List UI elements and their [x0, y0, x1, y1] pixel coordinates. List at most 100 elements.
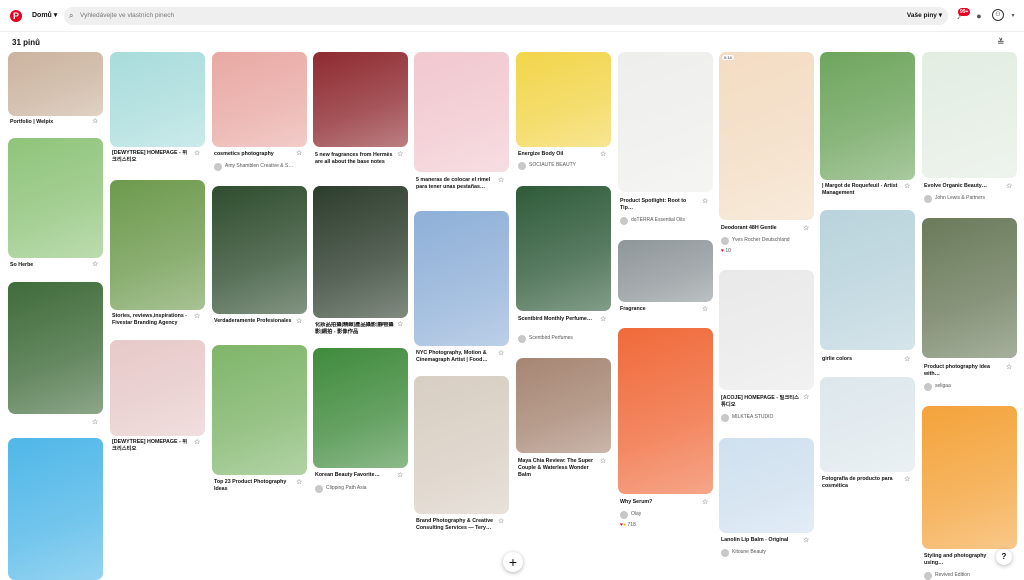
settings-icon[interactable]: ≚ [997, 37, 1005, 48]
pin-image[interactable] [414, 211, 509, 346]
star-icon[interactable]: ☆ [904, 182, 910, 190]
pin-source[interactable]: doTERRA Essential Oils [620, 217, 685, 225]
pin-image[interactable] [516, 52, 611, 147]
pin-source[interactable]: Yves Rocher Deutschland [721, 237, 790, 245]
star-icon[interactable]: ☆ [296, 478, 302, 486]
star-icon[interactable]: ☆ [803, 536, 809, 544]
pin-image[interactable] [313, 348, 408, 468]
avatar[interactable]: ⚇ [992, 9, 1004, 21]
star-icon[interactable]: ☆ [600, 150, 606, 158]
pin-image[interactable] [618, 240, 713, 302]
filter-dropdown[interactable]: Vaše piny ▾ [907, 7, 942, 25]
pin-image[interactable] [922, 52, 1017, 178]
pin-source[interactable]: SOCIAUTE BEAUTY [518, 162, 576, 170]
star-icon[interactable]: ☆ [498, 176, 504, 184]
star-icon[interactable]: ☆ [397, 471, 403, 479]
star-icon[interactable]: ☆ [194, 438, 200, 446]
pin-image[interactable] [110, 52, 205, 147]
star-icon[interactable]: ☆ [296, 149, 302, 157]
pin-image[interactable] [8, 138, 103, 258]
top-bar: P Domů ▾ ⌕ Vyhledávejte ve vlastních pin… [0, 0, 1024, 32]
pin-title: Maya Chia Review: The Super Couple & Wat… [518, 458, 594, 478]
star-icon[interactable]: ☆ [194, 149, 200, 157]
star-icon[interactable]: ☆ [803, 224, 809, 232]
search-icon: ⌕ [69, 11, 74, 20]
star-icon[interactable]: ☆ [194, 312, 200, 320]
add-pin-button[interactable]: + [503, 552, 523, 572]
pin-image[interactable] [8, 438, 103, 580]
pin-image[interactable] [212, 345, 307, 475]
pin-image[interactable]: 0:14 [719, 52, 814, 220]
messages-icon[interactable]: ● [974, 11, 984, 21]
reactions: ♥ 10 [721, 248, 731, 254]
pin-title: Fragrance [620, 306, 646, 312]
pin-title: cosmetics photography [214, 151, 274, 157]
pin-image[interactable] [719, 270, 814, 390]
help-button[interactable]: ? [996, 549, 1012, 565]
pin-image[interactable] [618, 328, 713, 494]
heart-icon: ♥ [721, 248, 724, 254]
notification-badge: 99+ [958, 8, 971, 16]
pin-source[interactable]: seligaa [924, 383, 951, 391]
pin-image[interactable] [414, 52, 509, 172]
pin-title: Stories, reviews,inspirations - Fivestar… [112, 313, 188, 326]
pin-image[interactable] [516, 186, 611, 311]
pin-title: Top 23 Product Photography Ideas [214, 479, 287, 492]
pin-image[interactable] [922, 218, 1017, 358]
reaction-count: 10 [725, 248, 731, 254]
pin-source[interactable]: Clipping Path Asia [315, 485, 367, 493]
star-icon[interactable]: ☆ [296, 317, 302, 325]
pin-source[interactable]: Scentbird Perfumes [518, 335, 573, 343]
pin-source[interactable]: Amy Shamblen Creative & S… [214, 163, 293, 171]
pin-title: 化妝品拍攝|精緻|產品攝影|靜物攝影|網拍 - 影像作品 [315, 322, 394, 335]
pin-source[interactable]: MILKTEA STUDIO [721, 414, 773, 422]
star-icon[interactable]: ☆ [803, 393, 809, 401]
star-icon[interactable]: ☆ [702, 197, 708, 205]
star-icon[interactable]: ☆ [397, 150, 403, 158]
pin-source[interactable]: Olay [620, 511, 641, 519]
pin-title: Lanolin Lip Balm - Original [721, 537, 789, 543]
pin-title: Brand Photography & Creative Consulting … [416, 518, 494, 531]
pin-source[interactable]: Revived Edition [924, 572, 970, 580]
chevron-down-icon[interactable]: ▾ [1008, 11, 1018, 21]
star-icon[interactable]: ☆ [92, 117, 98, 125]
star-icon[interactable]: ☆ [498, 517, 504, 525]
star-icon[interactable]: ☆ [702, 305, 708, 313]
pin-source[interactable]: John Lewis & Partners [924, 195, 985, 203]
pin-image[interactable] [212, 186, 307, 314]
pin-image[interactable] [820, 52, 915, 180]
reactions: ♥● 718 [620, 522, 636, 528]
pin-image[interactable] [414, 376, 509, 514]
pinterest-logo[interactable]: P [10, 10, 22, 22]
star-icon[interactable]: ☆ [92, 418, 98, 426]
star-icon[interactable]: ☆ [600, 315, 606, 323]
star-icon[interactable]: ☆ [1006, 363, 1012, 371]
pin-image[interactable] [313, 186, 408, 318]
pin-image[interactable] [820, 210, 915, 350]
star-icon[interactable]: ☆ [904, 355, 910, 363]
pin-image[interactable] [212, 52, 307, 147]
star-icon[interactable]: ☆ [498, 349, 504, 357]
pin-title: | Margot de Roquefeuil - Artist Manageme… [822, 183, 898, 196]
pin-image[interactable] [8, 52, 103, 116]
pin-image[interactable] [922, 406, 1017, 549]
pin-image[interactable] [313, 52, 408, 147]
pin-image[interactable] [618, 52, 713, 192]
star-icon[interactable]: ☆ [600, 457, 606, 465]
pin-image[interactable] [820, 377, 915, 472]
pin-image[interactable] [516, 358, 611, 453]
pin-source[interactable]: Kitoune Beauty [721, 549, 766, 557]
star-icon[interactable]: ☆ [1006, 182, 1012, 190]
star-icon[interactable]: ☆ [92, 260, 98, 268]
pin-image[interactable] [8, 282, 103, 414]
star-icon[interactable]: ☆ [397, 320, 403, 328]
pin-image[interactable] [110, 340, 205, 436]
star-icon[interactable]: ☆ [702, 498, 708, 506]
pin-image[interactable] [719, 438, 814, 533]
video-duration-badge: 0:14 [722, 55, 734, 60]
home-dropdown[interactable]: Domů ▾ [32, 11, 57, 19]
pin-title: Portfolio | Welpix [10, 119, 54, 125]
pin-image[interactable] [110, 180, 205, 310]
search-input[interactable]: ⌕ Vyhledávejte ve vlastních pinech Vaše … [64, 7, 948, 25]
star-icon[interactable]: ☆ [904, 475, 910, 483]
